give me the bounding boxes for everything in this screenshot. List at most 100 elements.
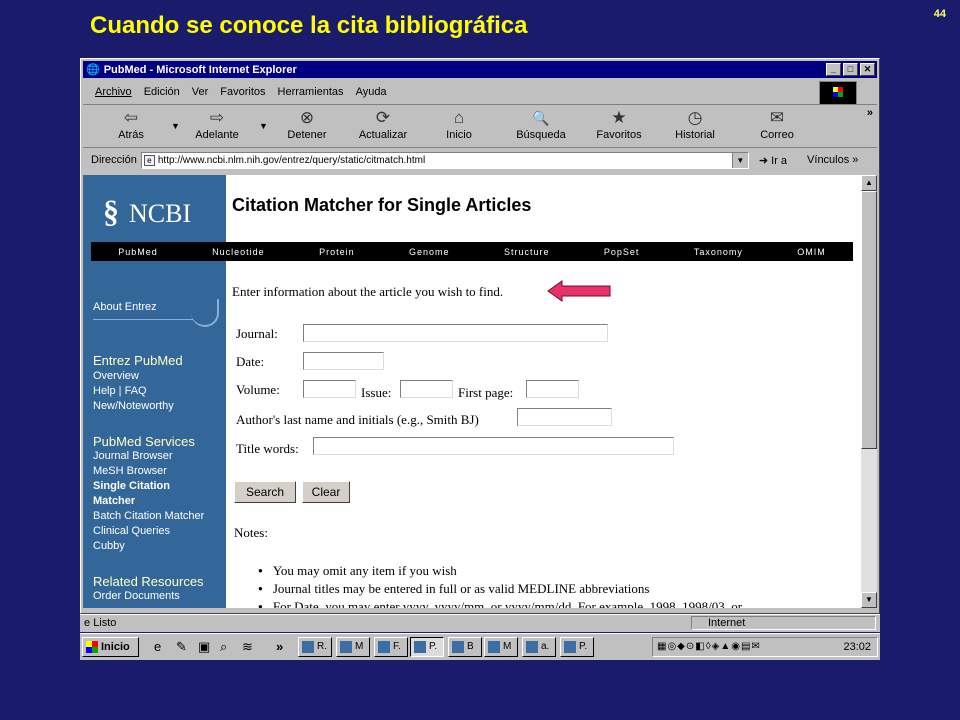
go-button[interactable]: ➜ Ir a bbox=[759, 154, 787, 167]
nav-structure[interactable]: Structure bbox=[504, 247, 550, 257]
security-zone: Internet bbox=[691, 616, 876, 630]
forward-dropdown-icon[interactable]: ▼ bbox=[259, 121, 268, 131]
refresh-label: Actualizar bbox=[358, 129, 408, 141]
volume-input[interactable] bbox=[303, 380, 356, 398]
sidebar-order-documents-link[interactable]: Order Documents bbox=[93, 590, 180, 602]
forward-button[interactable]: ⇨ Adelante bbox=[189, 107, 245, 141]
menu-edicion[interactable]: Edición bbox=[144, 86, 180, 98]
sidebar-single-citation-link[interactable]: Single Citation bbox=[93, 480, 170, 492]
sidebar-help-faq-link[interactable]: Help | FAQ bbox=[93, 385, 147, 397]
forward-label: Adelante bbox=[195, 129, 239, 141]
menu-ayuda[interactable]: Ayuda bbox=[356, 86, 387, 98]
task-button[interactable]: P. bbox=[560, 637, 594, 657]
sidebar-matcher-link[interactable]: Matcher bbox=[93, 495, 135, 507]
sidebar-clinical-queries-link[interactable]: Clinical Queries bbox=[93, 525, 170, 537]
issue-input[interactable] bbox=[400, 380, 453, 398]
date-input[interactable] bbox=[303, 352, 384, 370]
page-icon: e bbox=[143, 154, 155, 166]
stop-icon: ⊗ bbox=[299, 108, 315, 127]
menu-archivo[interactable]: Archivo bbox=[95, 86, 132, 98]
back-dropdown-icon[interactable]: ▼ bbox=[171, 121, 180, 131]
search-button[interactable]: 🔍 Búsqueda bbox=[513, 107, 569, 141]
sidebar-new-noteworthy-link[interactable]: New/Noteworthy bbox=[93, 400, 174, 412]
mail-label: Correo bbox=[760, 129, 794, 141]
journal-input[interactable] bbox=[303, 324, 608, 342]
nav-popset[interactable]: PopSet bbox=[604, 247, 640, 257]
menu-favoritos[interactable]: Favoritos bbox=[220, 86, 265, 98]
toolbar-more-icon[interactable]: » bbox=[867, 107, 873, 119]
nav-genome[interactable]: Genome bbox=[409, 247, 450, 257]
maximize-button[interactable]: □ bbox=[843, 63, 858, 76]
nav-taxonomy[interactable]: Taxonomy bbox=[694, 247, 743, 257]
windows-taskbar: Inicio e ✎ ▣ ⌕ ≋ » R. M F. P. B M a. P. … bbox=[80, 633, 880, 660]
sidebar-overview-link[interactable]: Overview bbox=[93, 370, 139, 382]
sidebar-batch-citation-link[interactable]: Batch Citation Matcher bbox=[93, 510, 204, 522]
nav-protein[interactable]: Protein bbox=[319, 247, 355, 257]
address-dropdown-icon[interactable]: ▼ bbox=[731, 152, 748, 168]
home-button[interactable]: ⌂ Inicio bbox=[431, 107, 487, 141]
stop-button[interactable]: ⊗ Detener bbox=[279, 107, 335, 141]
scroll-down-icon[interactable]: ▼ bbox=[861, 592, 877, 608]
history-button[interactable]: ◷ Historial bbox=[667, 107, 723, 141]
refresh-button[interactable]: ⟳ Actualizar bbox=[355, 107, 411, 141]
desktop-quicklaunch-icon[interactable]: ▣ bbox=[198, 639, 210, 655]
channels-quicklaunch-icon[interactable]: ≋ bbox=[242, 639, 253, 655]
stop-label: Detener bbox=[287, 129, 327, 141]
journal-label: Journal: bbox=[236, 326, 278, 341]
sidebar-journal-browser-link[interactable]: Journal Browser bbox=[93, 450, 172, 462]
intro-text: Enter information about the article you … bbox=[232, 284, 504, 299]
tray-icons[interactable]: ▦◎◆⊙◧◊◈▲◉▤✉ bbox=[657, 641, 761, 652]
task-button[interactable]: F. bbox=[374, 637, 408, 657]
search-label: Búsqueda bbox=[516, 129, 566, 141]
scroll-thumb[interactable] bbox=[861, 191, 877, 449]
go-label: Ir a bbox=[771, 154, 788, 167]
page-heading: Citation Matcher for Single Articles bbox=[232, 195, 532, 215]
ncbi-logo[interactable]: § NCBI bbox=[103, 193, 191, 230]
mail-button[interactable]: ✉ Correo bbox=[749, 107, 805, 141]
nav-omim[interactable]: OMIM bbox=[797, 247, 826, 257]
clear-button[interactable]: Clear bbox=[302, 481, 350, 503]
slide-number: 44 bbox=[933, 8, 946, 20]
page-content: Citation Matcher for Single Articles Ent… bbox=[226, 175, 856, 608]
menu-herramientas[interactable]: Herramientas bbox=[278, 86, 344, 98]
address-bar: Dirección e http://www.ncbi.nlm.nih.gov/… bbox=[83, 149, 877, 171]
task-button[interactable]: M bbox=[336, 637, 370, 657]
menu-ver[interactable]: Ver bbox=[192, 86, 209, 98]
back-label: Atrás bbox=[118, 129, 144, 141]
clock[interactable]: 23:02 bbox=[843, 641, 871, 653]
close-button[interactable]: ✕ bbox=[860, 63, 875, 76]
start-button[interactable]: Inicio bbox=[82, 637, 139, 657]
minimize-button[interactable]: _ bbox=[826, 63, 841, 76]
scroll-up-icon[interactable]: ▲ bbox=[861, 175, 877, 191]
ie-quicklaunch-icon[interactable]: e bbox=[154, 639, 161, 654]
first-page-input[interactable] bbox=[526, 380, 579, 398]
links-button[interactable]: Vínculos » bbox=[807, 154, 858, 166]
quicklaunch-more-icon[interactable]: » bbox=[276, 639, 283, 654]
sidebar-mesh-browser-link[interactable]: MeSH Browser bbox=[93, 465, 167, 477]
search-submit-button[interactable]: Search bbox=[234, 481, 296, 503]
task-button[interactable]: a. bbox=[522, 637, 556, 657]
outlook-quicklaunch-icon[interactable]: ✎ bbox=[176, 639, 187, 655]
browser-icon: 🌐 bbox=[86, 64, 100, 76]
author-label: Author's last name and initials (e.g., S… bbox=[236, 412, 479, 427]
ncbi-logo-text: NCBI bbox=[129, 199, 192, 228]
back-arrow-icon: ⇦ bbox=[123, 108, 139, 127]
address-input[interactable]: e http://www.ncbi.nlm.nih.gov/entrez/que… bbox=[140, 151, 749, 169]
sidebar-cubby-link[interactable]: Cubby bbox=[93, 540, 125, 552]
about-entrez-link[interactable]: About Entrez bbox=[93, 301, 157, 313]
task-button[interactable]: R. bbox=[298, 637, 332, 657]
favorites-button[interactable]: ★ Favoritos bbox=[591, 107, 647, 141]
search-quicklaunch-icon[interactable]: ⌕ bbox=[220, 639, 227, 655]
author-input[interactable] bbox=[517, 408, 612, 426]
back-button[interactable]: ⇦ Atrás bbox=[103, 107, 159, 141]
nav-nucleotide[interactable]: Nucleotide bbox=[212, 247, 265, 257]
title-words-input[interactable] bbox=[313, 437, 674, 455]
task-button[interactable]: M bbox=[484, 637, 518, 657]
entrez-pubmed-heading: Entrez PubMed bbox=[93, 353, 183, 368]
go-arrow-icon: ➜ bbox=[758, 154, 772, 167]
title-bar[interactable]: 🌐 PubMed - Microsoft Internet Explorer _… bbox=[83, 61, 877, 78]
vertical-scrollbar[interactable]: ▲ ▼ bbox=[861, 175, 877, 608]
task-button-active[interactable]: P. bbox=[410, 637, 444, 657]
nav-pubmed[interactable]: PubMed bbox=[118, 247, 158, 257]
task-button[interactable]: B bbox=[448, 637, 482, 657]
